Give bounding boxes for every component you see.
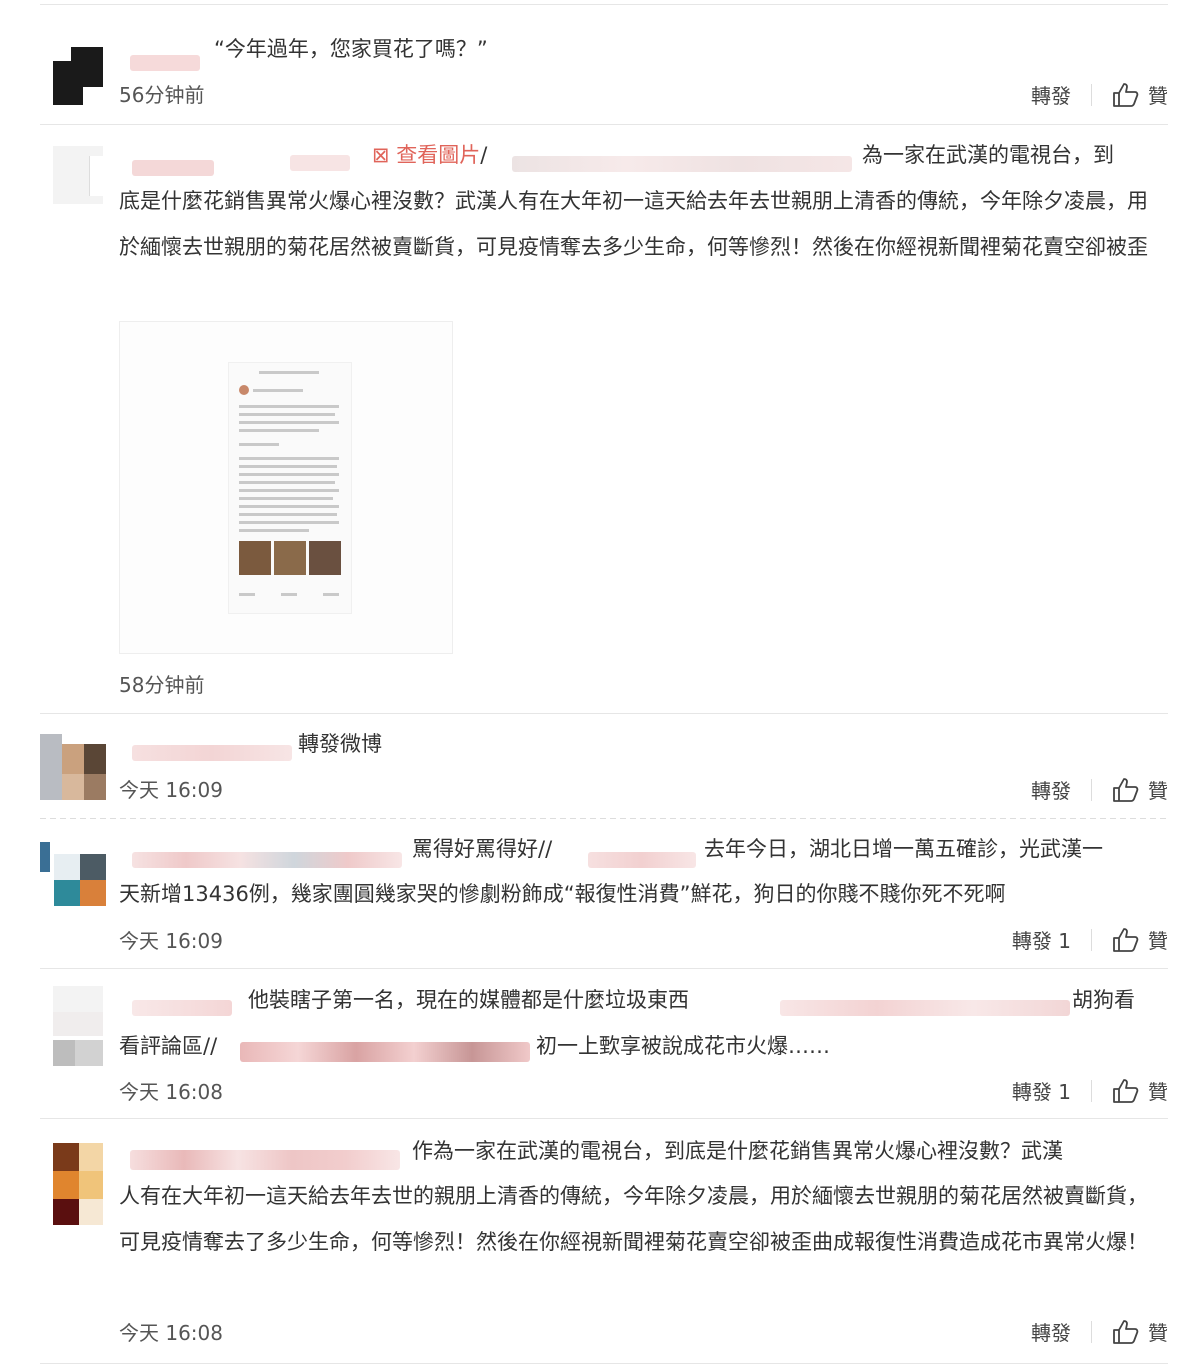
thumbs-up-icon [1113,1319,1139,1344]
like-button[interactable]: 贊 [1112,1317,1168,1346]
comment-text: 轉發微博 [298,732,382,756]
comment-divider [40,968,1168,969]
action-divider [1091,928,1092,951]
comment-text-body: 底是什麼花銷售異常火爆心裡沒數？武漢人有在大年初一這天給去年去世親朋上清香的傳統… [119,189,1148,259]
like-label: 贊 [1148,779,1168,803]
comment-actions: 轉發 1 贊 [1012,925,1168,954]
avatar[interactable] [40,842,106,908]
action-divider [1091,778,1092,801]
action-divider [1091,83,1092,106]
screenshot-preview [228,362,352,614]
redacted-username [132,852,402,868]
forward-label: 轉發 [1011,929,1052,953]
redacted-text [512,156,852,172]
forward-button[interactable]: 轉發 [1031,80,1071,109]
like-label: 贊 [1148,1321,1168,1345]
redacted-text [588,852,696,868]
thumbs-up-icon [1113,1078,1139,1103]
forward-button[interactable]: 轉發 1 [1012,925,1071,954]
forward-count: 1 [1058,1080,1071,1104]
comment-divider [40,124,1168,125]
like-button[interactable]: 贊 [1112,775,1168,804]
forward-count: 1 [1058,929,1071,953]
redacted-username [130,55,200,71]
comment-time: 今天 16:09 [119,929,223,953]
comment-text-c: 看評論區// [119,1034,218,1058]
comment-image-thumbnail[interactable] [119,321,453,654]
redacted-username [132,160,214,176]
comment-text-line1: 為一家在武漢的電視台，到 [862,143,1114,167]
comment-time: 58分钟前 [119,673,205,697]
redacted-username [130,1150,400,1170]
view-image-label: 查看圖片 [396,143,481,167]
forward-button[interactable]: 轉發 [1031,1317,1071,1346]
comment-text: “今年過年，您家買花了嗎？” [214,37,488,61]
avatar[interactable] [53,1143,103,1225]
comment-divider [40,818,1168,819]
comment-text-body: 人有在大年初一這天給去年去世的親朋上清香的傳統，今年除夕凌晨，用於緬懷去世親朋的… [119,1184,1148,1254]
avatar[interactable] [53,986,103,1066]
comment-time: 今天 16:08 [119,1080,223,1104]
comment-time: 56分钟前 [119,83,205,107]
forward-button[interactable]: 轉發 1 [1012,1076,1071,1105]
avatar[interactable] [40,734,106,800]
comment-actions: 轉發 贊 [1031,775,1168,804]
like-button[interactable]: 贊 [1112,925,1168,954]
comment-divider [40,1118,1168,1119]
comment-text-line2: 天新增13436例，幾家團圓幾家哭的慘劇粉飾成“報復性消費”鮮花，狗日的你賤不賤… [119,882,1006,906]
comment-text-a: 罵得好罵得好// [412,837,553,861]
action-divider [1091,1320,1092,1343]
top-divider [40,4,1168,5]
avatar[interactable] [53,146,103,204]
action-divider [1091,1079,1092,1102]
comment-divider [40,1363,1168,1364]
forward-button[interactable]: 轉發 [1031,775,1071,804]
comment-time: 今天 16:08 [119,1321,223,1345]
like-label: 贊 [1148,929,1168,953]
like-button[interactable]: 贊 [1112,1076,1168,1105]
like-label: 贊 [1148,84,1168,108]
comment-text-line1: 作為一家在武漢的電視台，到底是什麼花銷售異常火爆心裡沒數？武漢 [412,1139,1063,1163]
comment-time: 今天 16:09 [119,778,223,802]
forward-label: 轉發 [1011,1080,1052,1104]
like-button[interactable]: 贊 [1112,80,1168,109]
redacted-text [240,1042,530,1062]
comment-text-a: 他裝瞎子第一名，現在的媒體都是什麼垃圾東西 [248,988,689,1012]
comment-text-d: 初一上歅享被說成花市火爆…… [536,1034,830,1058]
comment-text-b: 去年今日，湖北日增一萬五確診，光武漢一 [704,837,1103,861]
redacted-username [132,1000,232,1016]
avatar[interactable] [53,47,103,105]
redacted-username [132,745,292,761]
thumbs-up-icon [1113,927,1139,952]
comment-text-b: 胡狗看 [1072,988,1135,1012]
like-label: 贊 [1148,1080,1168,1104]
thumbs-up-icon [1113,777,1139,802]
image-icon: ⊠ [372,143,390,167]
redacted-text [290,155,350,171]
comment-actions: 轉發 贊 [1031,80,1168,109]
comment-actions: 轉發 1 贊 [1012,1076,1168,1105]
redacted-text [780,1000,1070,1016]
view-image-link[interactable]: ⊠ 查看圖片/ [372,132,487,178]
comment-divider [40,713,1168,714]
thumbs-up-icon [1113,82,1139,107]
comment-actions: 轉發 贊 [1031,1317,1168,1346]
